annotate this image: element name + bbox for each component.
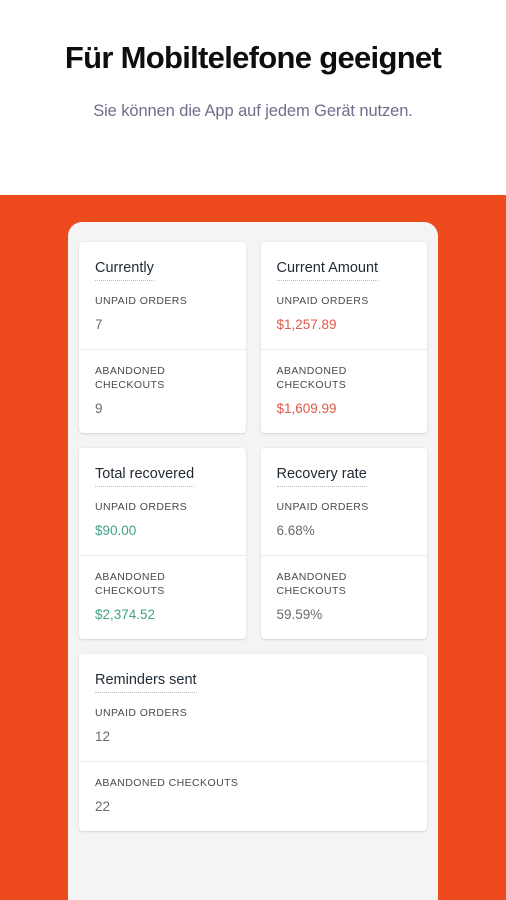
stat-value-abandoned-checkouts: 9 <box>95 401 103 416</box>
stat-label-unpaid-orders: UNPAID ORDERS <box>276 295 369 307</box>
card-row-1: Currently UNPAID ORDERS 7 ABANDONED CHEC… <box>79 242 427 433</box>
page-subtitle: Sie können die App auf jedem Gerät nutze… <box>93 102 413 120</box>
stat-card[interactable]: Recovery rate UNPAID ORDERS 6.68% ABANDO… <box>260 448 428 639</box>
stat-label-unpaid-orders: UNPAID ORDERS <box>95 295 188 307</box>
stat-card[interactable]: Current Amount UNPAID ORDERS $1,257.89 A… <box>260 242 428 433</box>
card-title[interactable]: Currently <box>95 259 154 281</box>
stat-value-abandoned-checkouts: 59.59% <box>276 607 323 622</box>
stat-label-abandoned-checkouts: ABANDONED CHECKOUTS <box>95 365 166 391</box>
card-title[interactable]: Recovery rate <box>276 465 367 487</box>
card-header-section: Currently UNPAID ORDERS 7 <box>79 242 246 349</box>
stat-value-unpaid-orders: 12 <box>95 729 111 744</box>
orange-stage: Currently UNPAID ORDERS 7 ABANDONED CHEC… <box>0 195 506 900</box>
stat-value-abandoned-checkouts: $1,609.99 <box>276 401 337 416</box>
stat-label-abandoned-checkouts: ABANDONED CHECKOUTS <box>95 777 239 789</box>
card-abandoned-section: ABANDONED CHECKOUTS 59.59% <box>260 555 427 639</box>
stat-value-unpaid-orders: $1,257.89 <box>276 317 337 332</box>
card-title[interactable]: Current Amount <box>276 259 379 281</box>
stat-value-unpaid-orders: 7 <box>95 317 103 332</box>
card-row-3: Reminders sent UNPAID ORDERS 12 ABANDONE… <box>79 654 427 831</box>
card-header-section: Recovery rate UNPAID ORDERS 6.68% <box>261 448 428 555</box>
phone-mockup: Currently UNPAID ORDERS 7 ABANDONED CHEC… <box>68 222 438 900</box>
card-title[interactable]: Reminders sent <box>95 671 197 693</box>
phone-screen: Currently UNPAID ORDERS 7 ABANDONED CHEC… <box>68 222 438 831</box>
card-header-section: Reminders sent UNPAID ORDERS 12 <box>79 654 427 761</box>
stat-value-unpaid-orders: $90.00 <box>95 523 137 538</box>
card-abandoned-section: ABANDONED CHECKOUTS 22 <box>79 761 427 831</box>
card-header-section: Total recovered UNPAID ORDERS $90.00 <box>79 448 246 555</box>
stat-value-abandoned-checkouts: 22 <box>95 799 111 814</box>
stat-label-abandoned-checkouts: ABANDONED CHECKOUTS <box>95 571 166 597</box>
card-header-section: Current Amount UNPAID ORDERS $1,257.89 <box>261 242 428 349</box>
stat-label-unpaid-orders: UNPAID ORDERS <box>95 707 188 719</box>
hero-section: Für Mobiltelefone geeignet Sie können di… <box>0 0 506 195</box>
card-abandoned-section: ABANDONED CHECKOUTS $1,609.99 <box>260 349 427 433</box>
card-abandoned-section: ABANDONED CHECKOUTS 9 <box>79 349 246 433</box>
stat-card[interactable]: Currently UNPAID ORDERS 7 ABANDONED CHEC… <box>79 242 246 433</box>
card-title[interactable]: Total recovered <box>95 465 195 487</box>
stat-value-unpaid-orders: 6.68% <box>276 523 315 538</box>
stat-card[interactable]: Reminders sent UNPAID ORDERS 12 ABANDONE… <box>79 654 427 831</box>
stat-label-unpaid-orders: UNPAID ORDERS <box>95 501 188 513</box>
stat-label-abandoned-checkouts: ABANDONED CHECKOUTS <box>276 571 347 597</box>
card-abandoned-section: ABANDONED CHECKOUTS $2,374.52 <box>79 555 246 639</box>
stat-card[interactable]: Total recovered UNPAID ORDERS $90.00 ABA… <box>79 448 246 639</box>
card-row-2: Total recovered UNPAID ORDERS $90.00 ABA… <box>79 448 427 639</box>
page-title: Für Mobiltelefone geeignet <box>64 40 442 75</box>
stat-label-abandoned-checkouts: ABANDONED CHECKOUTS <box>276 365 347 391</box>
stat-value-abandoned-checkouts: $2,374.52 <box>95 607 156 622</box>
stat-label-unpaid-orders: UNPAID ORDERS <box>276 501 369 513</box>
